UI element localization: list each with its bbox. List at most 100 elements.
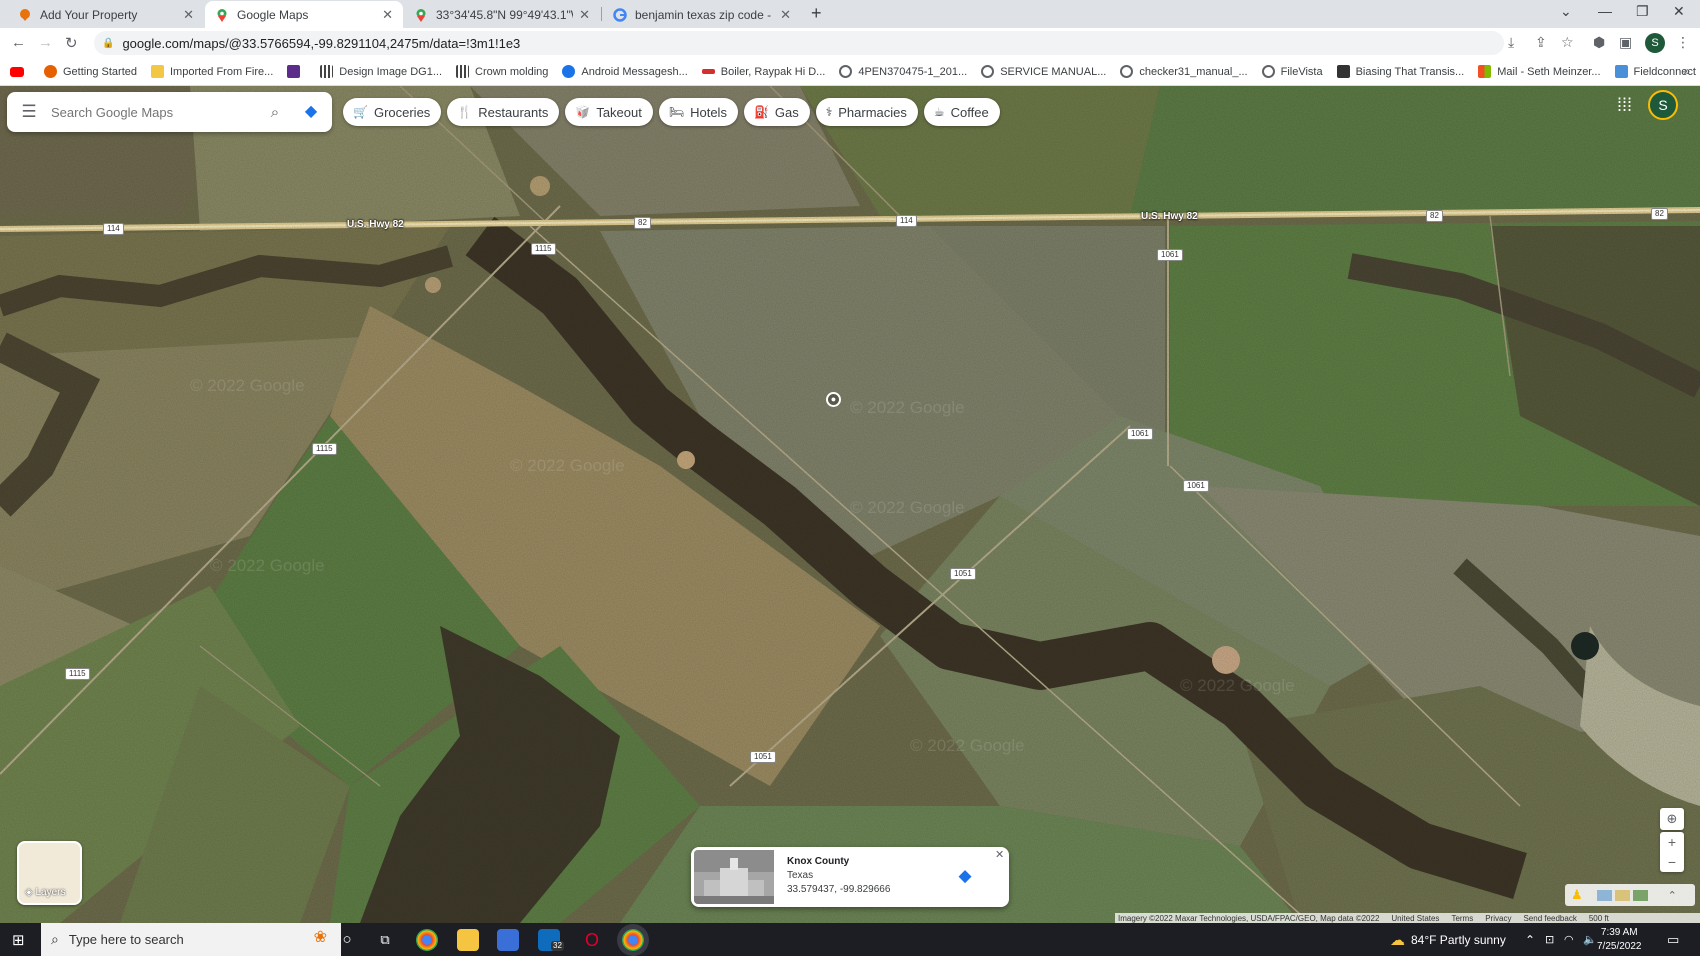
profile-avatar[interactable]: S — [1645, 33, 1665, 53]
country-link[interactable]: United States — [1391, 914, 1439, 923]
route-shield[interactable]: 1061 — [1127, 428, 1153, 440]
bookmark-boiler[interactable]: Boiler, Raypak Hi D... — [701, 66, 825, 78]
bookmark-mail[interactable]: Mail - Seth Meinzer... — [1478, 65, 1601, 78]
close-icon[interactable]: ✕ — [780, 7, 791, 23]
privacy-link[interactable]: Privacy — [1485, 914, 1511, 923]
url-field[interactable]: 🔒 google.com/maps/@33.5766594,-99.829110… — [94, 31, 1504, 55]
bookmark-youtube[interactable] — [10, 66, 30, 77]
install-icon[interactable]: ⤓ — [1508, 34, 1514, 51]
chip-coffee[interactable]: ☕ Coffee — [923, 98, 1000, 126]
extensions-icon[interactable]: ⬢ — [1593, 34, 1605, 51]
bookmark-android-messages[interactable]: Android Messagesh... — [562, 65, 688, 78]
bookmark-filevista[interactable]: FileVista — [1261, 65, 1323, 78]
route-shield[interactable]: 82 — [1426, 210, 1443, 222]
route-shield[interactable]: 1115 — [65, 668, 90, 680]
share-icon[interactable]: ⇪ — [1535, 34, 1547, 51]
close-icon[interactable]: ✕ — [382, 7, 393, 23]
device-icon[interactable]: ⊡ — [1545, 923, 1554, 956]
send-feedback-link[interactable]: Send feedback — [1523, 914, 1576, 923]
bookmark-design-image[interactable]: Design Image DG1... — [320, 65, 442, 78]
pegman-icon[interactable]: ♟ — [1571, 887, 1583, 903]
zoom-out-icon[interactable]: − — [1660, 852, 1684, 872]
chip-hotels[interactable]: 🛏 Hotels — [658, 98, 738, 126]
kebab-menu-icon[interactable]: ⋮ — [1676, 34, 1690, 51]
back-icon[interactable]: ← — [11, 34, 26, 51]
notifications-icon[interactable]: ▭ — [1667, 923, 1679, 956]
cortana-icon[interactable]: ○ — [336, 929, 358, 951]
route-shield[interactable]: 1061 — [1157, 249, 1183, 261]
place-info-card[interactable]: Knox County Texas 33.579437, -99.829666 … — [691, 847, 1009, 907]
satellite-thumbnail[interactable] — [1632, 889, 1648, 901]
bookmark-star-icon[interactable]: ☆ — [1561, 34, 1574, 51]
taskbar-search[interactable]: ⌕ Type here to search ❀ — [41, 923, 341, 956]
tab-coordinates[interactable]: 33°34'45.8"N 99°49'43.1"W - Goo ✕ — [404, 1, 600, 28]
terms-link[interactable]: Terms — [1451, 914, 1473, 923]
more-bookmarks-icon[interactable]: » — [1683, 64, 1690, 78]
bookmark-imported[interactable]: Imported From Fire... — [151, 65, 273, 78]
chip-takeout[interactable]: 🥡 Takeout — [565, 98, 653, 126]
side-panel-icon[interactable]: ▣ — [1619, 34, 1632, 51]
file-explorer-icon[interactable] — [457, 929, 479, 951]
route-shield[interactable]: 82 — [1651, 208, 1668, 220]
search-input[interactable] — [51, 104, 258, 120]
road-label-us-hwy-82[interactable]: U.S. Hwy 82 — [1141, 211, 1198, 222]
map-thumbnail[interactable] — [1596, 889, 1612, 901]
volume-icon[interactable]: 🔈 — [1583, 923, 1597, 956]
search-icon[interactable]: ⌕ — [258, 104, 292, 121]
tab-search-chevron-icon[interactable]: ⌄ — [1560, 3, 1572, 20]
directions-icon[interactable]: ◆ — [298, 99, 324, 125]
zoom-in-icon[interactable]: + — [1660, 832, 1684, 852]
chip-groceries[interactable]: 🛒 Groceries — [343, 98, 442, 126]
chip-pharmacies[interactable]: ⚕ Pharmacies — [815, 98, 918, 126]
place-photo[interactable] — [694, 850, 774, 904]
route-shield[interactable]: 1115 — [312, 443, 337, 455]
layers-button[interactable]: ◈ Layers — [17, 841, 82, 905]
location-pin-icon[interactable]: ● — [826, 392, 841, 407]
bookmark-service-manual[interactable]: SERVICE MANUAL... — [981, 65, 1106, 78]
bookmark-checker31[interactable]: checker31_manual_... — [1120, 65, 1248, 78]
store-icon[interactable] — [497, 929, 519, 951]
system-clock[interactable]: 7:39 AM 7/25/2022 — [1597, 926, 1642, 954]
chip-restaurants[interactable]: 🍴 Restaurants — [447, 98, 560, 126]
close-icon[interactable]: ✕ — [183, 7, 194, 23]
chip-gas[interactable]: ⛽ Gas — [743, 98, 810, 126]
chrome-icon[interactable] — [416, 929, 438, 951]
road-label-us-hwy-82[interactable]: U.S. Hwy 82 — [347, 219, 404, 230]
windows-start-icon[interactable]: ⊞ — [12, 931, 25, 949]
bookmark-4pen[interactable]: 4PEN370475-1_201... — [839, 65, 967, 78]
wifi-icon[interactable]: ◠ — [1564, 923, 1574, 956]
tab-add-your-property[interactable]: Add Your Property ✕ — [8, 1, 204, 28]
route-shield[interactable]: 114 — [103, 223, 124, 235]
task-view-icon[interactable]: ⧉ — [374, 929, 396, 951]
opera-icon[interactable]: O — [581, 929, 603, 951]
reload-icon[interactable]: ↻ — [65, 34, 78, 52]
weather-widget[interactable]: ☁ 84°F Partly sunny — [1390, 923, 1506, 956]
route-shield[interactable]: 1051 — [950, 568, 976, 580]
bookmark-biasing[interactable]: Biasing That Transis... — [1336, 65, 1464, 78]
route-shield[interactable]: 1115 — [531, 243, 556, 255]
chrome-active-icon[interactable] — [622, 929, 644, 951]
map-canvas[interactable]: © 2022 Google © 2022 Google © 2022 Googl… — [0, 86, 1700, 923]
bookmark-p[interactable] — [287, 65, 306, 78]
bookmark-getting-started[interactable]: Getting Started — [44, 65, 137, 78]
expand-chevron-icon[interactable]: ⌃ — [1668, 889, 1677, 902]
minimize-icon[interactable]: — — [1598, 3, 1612, 19]
apps-grid-icon[interactable]: ⁞⁞⁞ — [1617, 95, 1632, 116]
restore-icon[interactable]: ❐ — [1636, 3, 1649, 20]
lock-icon[interactable]: 🔒 — [102, 38, 114, 49]
route-shield[interactable]: 114 — [896, 215, 917, 227]
terrain-thumbnail[interactable] — [1614, 889, 1630, 901]
route-shield[interactable]: 1051 — [750, 751, 776, 763]
bookmark-crown-molding[interactable]: Crown molding — [456, 65, 548, 78]
window-close-icon[interactable]: ✕ — [1673, 3, 1685, 20]
tab-google-maps[interactable]: Google Maps ✕ — [205, 1, 403, 28]
hamburger-menu-icon[interactable]: ☰ — [7, 102, 51, 122]
forward-icon[interactable]: → — [38, 34, 53, 51]
tab-google-search[interactable]: benjamin texas zip code - Googl ✕ — [603, 1, 801, 28]
scale-bar[interactable]: 500 ft — [1589, 914, 1609, 923]
route-shield[interactable]: 1061 — [1183, 480, 1209, 492]
directions-icon[interactable]: ◆ — [953, 864, 977, 888]
mail-icon[interactable]: 32 — [538, 929, 564, 951]
close-icon[interactable]: ✕ — [995, 848, 1004, 861]
close-icon[interactable]: ✕ — [579, 7, 590, 23]
